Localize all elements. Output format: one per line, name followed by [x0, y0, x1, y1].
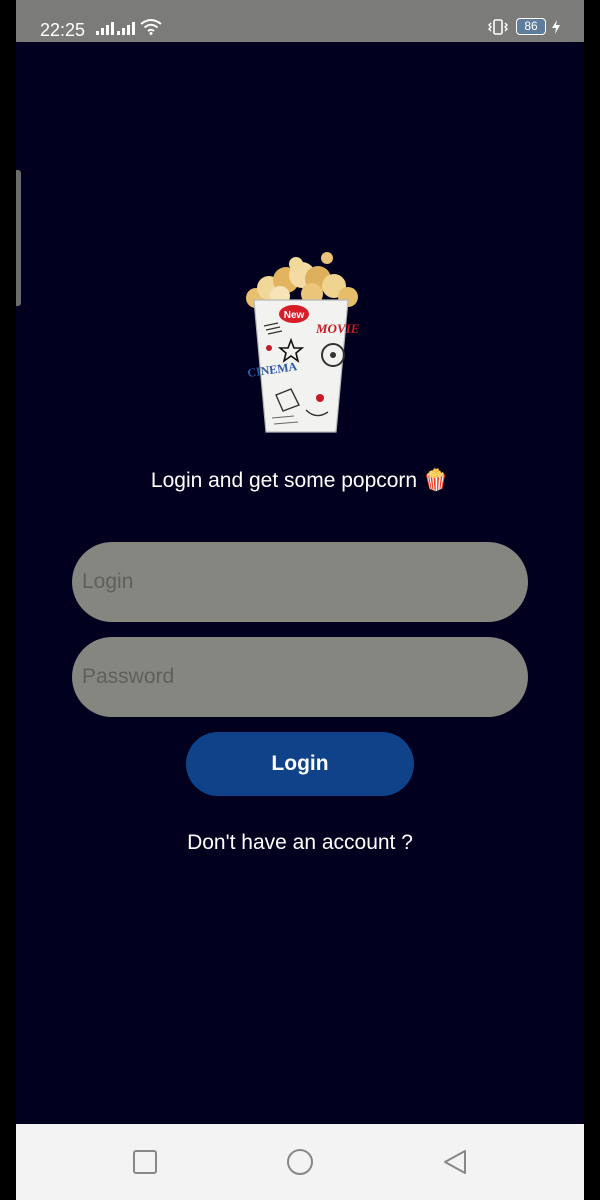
- recent-apps-button[interactable]: [130, 1147, 160, 1177]
- navigation-bar: [16, 1124, 584, 1200]
- login-tagline: Login and get some popcorn 🍿: [150, 469, 450, 492]
- vibrate-icon: [488, 18, 508, 35]
- home-button[interactable]: [285, 1147, 315, 1177]
- svg-text:New: New: [284, 310, 305, 321]
- login-button[interactable]: Login: [186, 732, 414, 796]
- popcorn-bucket-image: New MOVIE CINEMA: [246, 252, 360, 433]
- svg-text:MOVIE: MOVIE: [315, 321, 360, 336]
- app-screen: 22:25 86 New MOVIE CINEMA Login and get …: [16, 0, 584, 1200]
- signal-icon-2: [117, 22, 135, 35]
- status-bar: 22:25 86: [16, 0, 584, 42]
- back-button[interactable]: [440, 1147, 470, 1177]
- status-right-group: 86: [486, 18, 560, 35]
- password-input[interactable]: [72, 637, 528, 717]
- side-panel-handle[interactable]: [16, 170, 21, 306]
- signal-icon: [96, 22, 114, 35]
- battery-icon: 86: [516, 18, 546, 35]
- status-time: 22:25: [40, 20, 86, 40]
- charging-icon: [552, 19, 560, 34]
- wifi-icon: [140, 19, 162, 35]
- username-input[interactable]: [72, 542, 528, 622]
- phone-frame: 22:25 86 New MOVIE CINEMA Login and get …: [0, 0, 600, 1200]
- signup-link[interactable]: Don't have an account ?: [16, 830, 584, 856]
